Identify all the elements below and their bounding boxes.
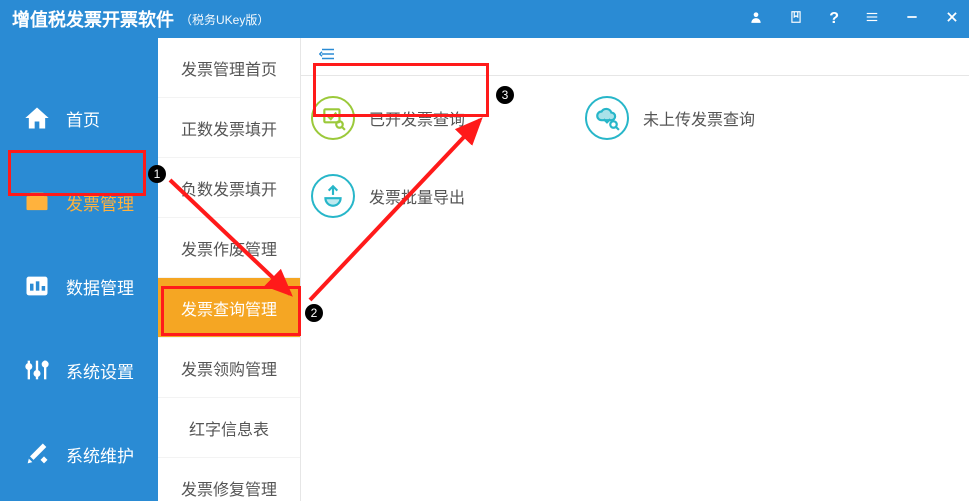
sidebar-item-label: 发票管理 [66,190,134,215]
submenu-item-void[interactable]: 发票作废管理 [158,218,300,278]
close-button[interactable] [945,10,959,29]
data-icon [22,271,52,301]
sidebar-item-invoice[interactable]: 发票管理 [0,160,158,244]
sidebar-item-label: 首页 [66,106,100,131]
tile-label: 未上传发票查询 [643,106,755,130]
help-icon[interactable]: ? [829,10,839,28]
tile-label: 已开发票查询 [369,106,465,130]
titlebar: 增值税发票开票软件 （税务UKey版） ? [0,0,969,38]
user-icon[interactable] [749,10,763,29]
submenu-item-purchase[interactable]: 发票领购管理 [158,338,300,398]
cloud-search-icon [585,96,629,140]
tile-batch-export[interactable]: 发票批量导出 [311,174,465,218]
sidebar-toggle-icon[interactable] [319,45,337,68]
submenu-item-positive[interactable]: 正数发票填开 [158,98,300,158]
sidebar: 首页 发票管理 数据管理 系统设置 [0,38,158,501]
submenu-item-negative[interactable]: 负数发票填开 [158,158,300,218]
app-subtitle: （税务UKey版） [180,11,269,28]
submenu-item-red[interactable]: 红字信息表 [158,398,300,458]
tile-label: 发票批量导出 [369,184,465,208]
bookmark-icon[interactable] [789,10,803,29]
export-icon [311,174,355,218]
tools-icon [22,439,52,469]
home-icon [22,103,52,133]
content-area: 已开发票查询 未上传发票查询 发票批量导出 [301,38,969,501]
submenu-item-query[interactable]: 发票查询管理 [158,278,300,338]
sidebar-item-maintenance[interactable]: 系统维护 [0,412,158,496]
tile-issued-query[interactable]: 已开发票查询 [311,96,465,140]
invoice-icon [22,187,52,217]
sidebar-item-data[interactable]: 数据管理 [0,244,158,328]
submenu-item-repair[interactable]: 发票修复管理 [158,458,300,501]
toggle-bar [301,38,969,76]
tile-unuploaded-query[interactable]: 未上传发票查询 [585,96,755,140]
sidebar-item-settings[interactable]: 系统设置 [0,328,158,412]
sidebar-item-label: 数据管理 [66,274,134,299]
minimize-button[interactable] [905,10,919,29]
submenu-item-home[interactable]: 发票管理首页 [158,38,300,98]
settings-icon [22,355,52,385]
sidebar-item-home[interactable]: 首页 [0,76,158,160]
menu-icon[interactable] [865,10,879,29]
sidebar-item-label: 系统维护 [66,442,134,467]
submenu: 发票管理首页 正数发票填开 负数发票填开 发票作废管理 发票查询管理 发票领购管… [158,38,301,501]
app-title: 增值税发票开票软件 [12,6,174,32]
sidebar-item-label: 系统设置 [66,358,134,383]
window-controls: ? [749,0,959,38]
check-search-icon [311,96,355,140]
